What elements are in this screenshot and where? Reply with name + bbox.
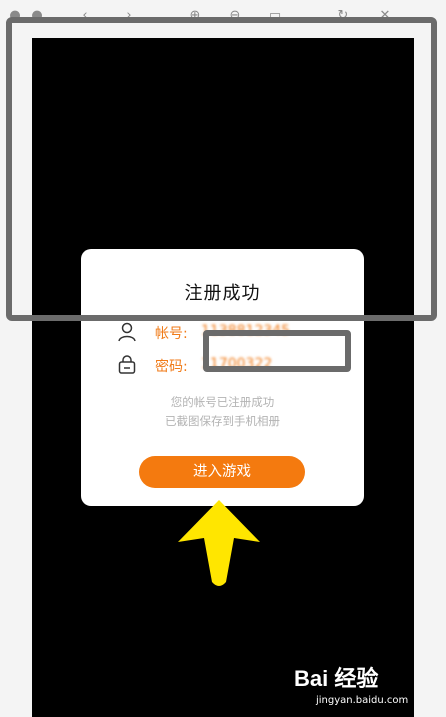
watermark-brand: Bai 经验	[294, 666, 379, 691]
watermark-url: jingyan.baidu.com	[316, 695, 409, 706]
note-line-2: 已截图保存到手机相册	[165, 414, 280, 428]
user-icon	[118, 322, 136, 342]
password-label: 密码:	[155, 359, 188, 375]
enter-game-button[interactable]: 进入游戏	[139, 456, 305, 488]
watermark: Bai 经验 jingyan.baidu.com	[290, 655, 440, 713]
annotation-password-box	[203, 330, 351, 372]
account-label: 帐号:	[155, 326, 188, 342]
arrow-icon	[178, 500, 260, 586]
note-line-1: 您的帐号已注册成功	[170, 395, 275, 409]
lock-icon	[118, 355, 136, 374]
annotation-frame	[6, 17, 437, 321]
